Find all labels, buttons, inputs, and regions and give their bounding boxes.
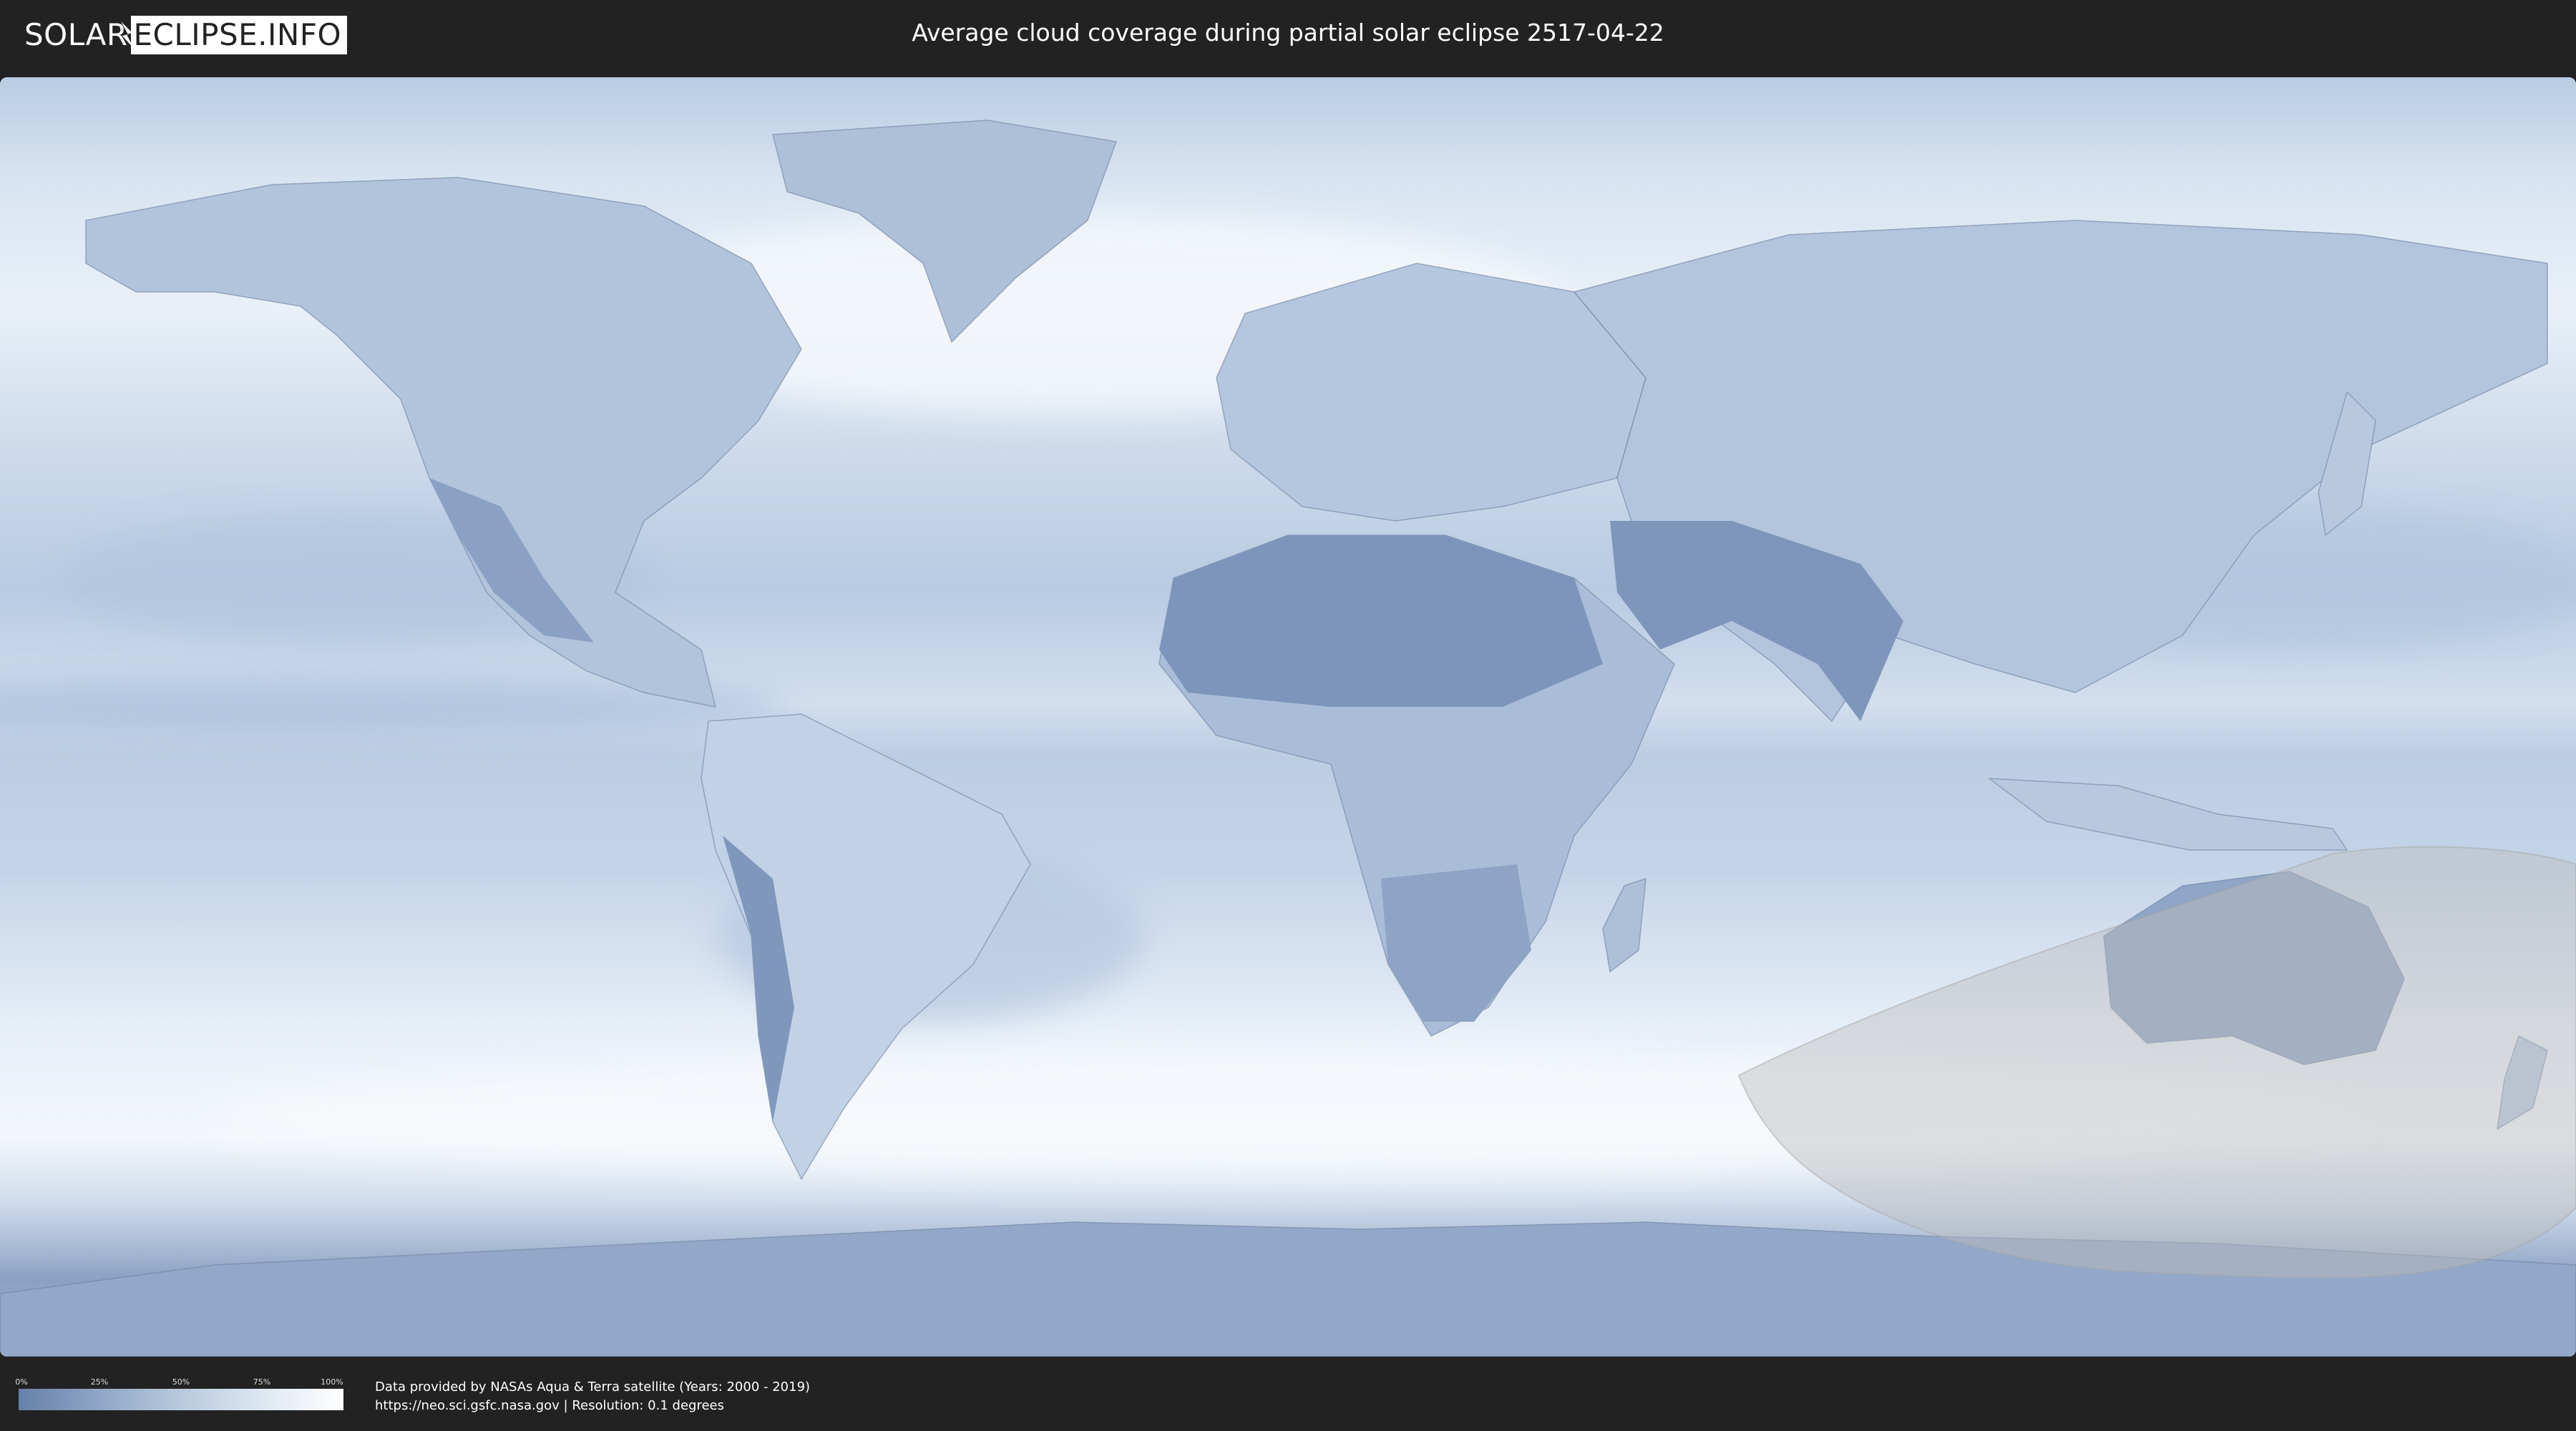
legend-color-bar [19, 1389, 343, 1410]
credits-url: https://neo.sci.gsfc.nasa.gov | Resoluti… [375, 1398, 724, 1413]
legend-tick-25: 25% [90, 1377, 109, 1387]
legend-tick-75: 75% [253, 1377, 271, 1387]
credits-source: Data provided by NASAs Aqua & Terra sate… [375, 1379, 811, 1395]
cloud-coverage-map[interactable] [0, 77, 2576, 1357]
data-credits: Data provided by NASAs Aqua & Terra sate… [375, 1378, 810, 1415]
page-title: Average cloud coverage during partial so… [912, 19, 1664, 47]
legend-tick-0: 0% [15, 1377, 28, 1387]
legend-tick-100: 100% [321, 1377, 343, 1387]
header-bar: SOLAR ECLIPSE.INFO Average cloud coverag… [0, 0, 2576, 72]
legend-ticks: 0% 25% 50% 75% 100% [15, 1377, 343, 1387]
world-map-svg [0, 77, 2576, 1357]
legend-tick-50: 50% [172, 1377, 190, 1387]
cloud-coverage-legend: 0% 25% 50% 75% 100% [15, 1377, 343, 1413]
